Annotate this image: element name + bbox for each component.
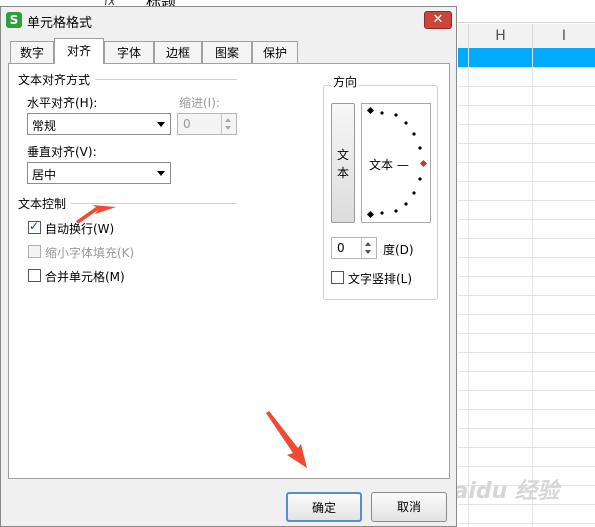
grid-line bbox=[458, 181, 595, 182]
vertical-text-checkbox-label[interactable]: 文字竖排(L) bbox=[348, 270, 412, 287]
shrink-to-fit-label: 缩小字体填充(K) bbox=[45, 246, 135, 260]
divider bbox=[71, 203, 237, 204]
vertical-text-checkbox[interactable] bbox=[331, 271, 344, 284]
column-header-h[interactable]: H bbox=[469, 24, 533, 49]
indent-stepper[interactable]: 0 bbox=[177, 113, 237, 135]
merge-cells-label[interactable]: 合并单元格(M) bbox=[45, 268, 125, 285]
format-cells-dialog: S 单元格格式 ✕ 数字 对齐 字体 边框 图案 保护 文本对齐方式 水平对齐(… bbox=[0, 6, 457, 527]
tab-number[interactable]: 数字 bbox=[10, 41, 54, 63]
grid-line bbox=[458, 352, 595, 353]
spin-up-icon bbox=[365, 242, 371, 246]
tab-pattern[interactable]: 图案 bbox=[202, 41, 252, 63]
tab-font[interactable]: 字体 bbox=[104, 41, 154, 63]
wrap-text-label[interactable]: 自动换行(W) bbox=[45, 220, 114, 237]
cancel-button[interactable]: 取消 bbox=[371, 492, 447, 522]
grid-line bbox=[458, 447, 595, 448]
grid-line bbox=[458, 162, 595, 163]
vertical-align-value: 居中 bbox=[32, 168, 57, 182]
column-header-spacer bbox=[458, 24, 469, 49]
close-button[interactable]: ✕ bbox=[424, 11, 452, 29]
grid-line bbox=[458, 390, 595, 391]
spin-up-icon bbox=[225, 118, 231, 122]
text-alignment-group-title: 文本对齐方式 bbox=[18, 73, 91, 87]
grid-line bbox=[458, 105, 595, 106]
vertical-text-char-1: 文 bbox=[337, 148, 350, 162]
merge-cells-checkbox[interactable] bbox=[28, 269, 41, 282]
selected-row[interactable] bbox=[458, 48, 595, 67]
grid-line bbox=[458, 257, 595, 258]
column-header-i[interactable]: I bbox=[533, 24, 595, 49]
orientation-dial[interactable]: 文本 — bbox=[361, 103, 431, 223]
grid-line bbox=[468, 48, 469, 527]
grid-line bbox=[532, 48, 533, 527]
vertical-align-label: 垂直对齐(V): bbox=[27, 145, 97, 159]
grid-line bbox=[458, 466, 595, 467]
chevron-down-icon bbox=[157, 171, 165, 176]
grid-line bbox=[458, 409, 595, 410]
grid-line bbox=[458, 143, 595, 144]
vertical-align-select[interactable]: 居中 bbox=[27, 162, 171, 184]
tab-alignment[interactable]: 对齐 bbox=[54, 38, 104, 64]
grid-line bbox=[458, 333, 595, 334]
grid-line bbox=[458, 314, 595, 315]
vertical-text-char-2: 本 bbox=[337, 166, 350, 180]
horizontal-align-label: 水平对齐(H): bbox=[27, 96, 98, 110]
grid-line bbox=[458, 67, 595, 68]
chevron-down-icon bbox=[157, 122, 165, 127]
orientation-group-title: 方向 bbox=[331, 73, 360, 90]
indent-label: 缩进(I): bbox=[179, 96, 220, 110]
horizontal-align-select[interactable]: 常规 bbox=[27, 113, 171, 135]
degrees-label: 度(D) bbox=[383, 243, 414, 257]
spin-down-icon bbox=[225, 126, 231, 130]
grid-line bbox=[458, 219, 595, 220]
degrees-stepper-buttons[interactable] bbox=[361, 238, 376, 258]
divider bbox=[95, 79, 237, 80]
grid-line bbox=[458, 124, 595, 125]
grid-line bbox=[458, 276, 595, 277]
indent-stepper-buttons[interactable] bbox=[221, 114, 236, 134]
grid-line bbox=[458, 238, 595, 239]
wrap-text-checkbox[interactable]: ✓ bbox=[28, 219, 41, 234]
shrink-to-fit-checkbox[interactable] bbox=[28, 245, 41, 258]
tab-border[interactable]: 边框 bbox=[154, 41, 202, 63]
text-control-group-title: 文本控制 bbox=[18, 197, 67, 211]
dialog-title: 单元格格式 bbox=[27, 16, 93, 31]
orientation-dial-text: 文本 — bbox=[369, 158, 409, 172]
indent-value: 0 bbox=[183, 117, 191, 131]
grid-line bbox=[458, 428, 595, 429]
spin-down-icon bbox=[365, 250, 371, 254]
degrees-stepper[interactable]: 0 bbox=[331, 237, 377, 259]
app-logo-icon: S bbox=[6, 12, 22, 28]
checkmark-icon: ✓ bbox=[29, 219, 40, 233]
grid-line bbox=[458, 295, 595, 296]
grid-line bbox=[458, 200, 595, 201]
horizontal-align-value: 常规 bbox=[32, 119, 57, 133]
grid-line bbox=[458, 371, 595, 372]
grid-line bbox=[458, 523, 595, 524]
degrees-value: 0 bbox=[337, 241, 345, 255]
dialog-titlebar[interactable]: S 单元格格式 ✕ bbox=[1, 7, 456, 33]
ok-button[interactable]: 确定 bbox=[286, 492, 362, 522]
tab-protection[interactable]: 保护 bbox=[252, 41, 298, 63]
vertical-text-button[interactable]: 文 本 bbox=[331, 103, 355, 223]
grid-line bbox=[458, 86, 595, 87]
